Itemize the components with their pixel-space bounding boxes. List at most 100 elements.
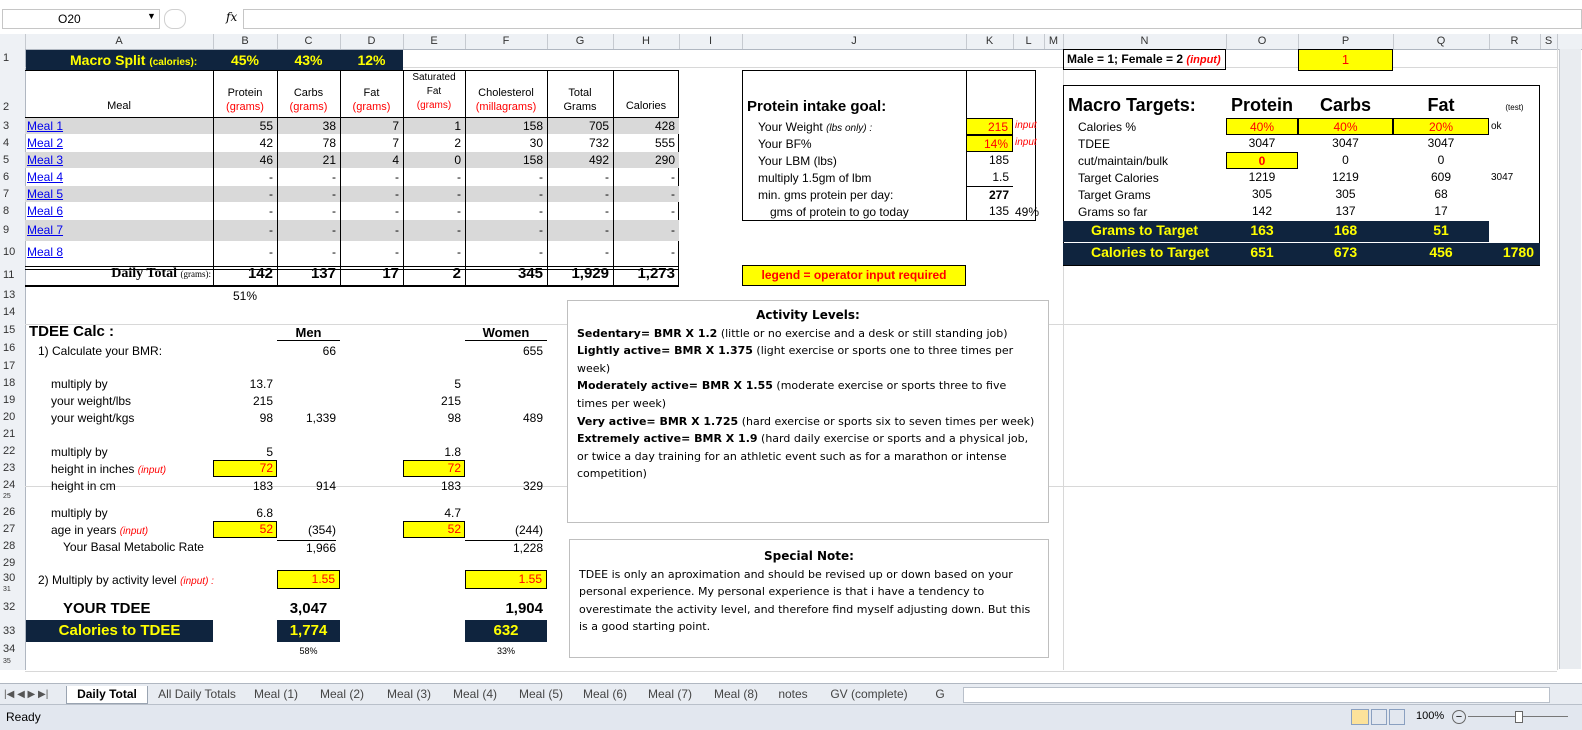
zoom-slider-thumb[interactable] bbox=[1515, 711, 1523, 723]
women-weight-result[interactable]: 489 bbox=[465, 411, 543, 425]
macro-target-protein[interactable]: 1219 bbox=[1226, 169, 1298, 186]
macro-target-fat[interactable]: 68 bbox=[1393, 186, 1489, 203]
meal-cell-carbs[interactable]: - bbox=[278, 203, 340, 219]
meal-cell-chol[interactable]: - bbox=[466, 242, 547, 263]
meal-cell-total[interactable]: - bbox=[548, 242, 613, 263]
tab-nav-arrows-icon[interactable]: |◀ ◀ ▶ ▶| bbox=[4, 686, 48, 703]
calories-to-target-protein[interactable]: 651 bbox=[1226, 244, 1298, 260]
calories-to-target-carbs[interactable]: 673 bbox=[1298, 244, 1393, 260]
protein-goal-value[interactable]: 1.5 bbox=[966, 169, 1013, 186]
women-base[interactable]: 655 bbox=[465, 344, 543, 358]
men-weight-result[interactable]: 1,339 bbox=[277, 411, 336, 425]
meal-cell-total[interactable]: - bbox=[548, 186, 613, 202]
protein-goal-value[interactable]: 215 bbox=[966, 118, 1013, 135]
calories-to-target-total[interactable]: 1780 bbox=[1489, 244, 1534, 260]
meal-cell-carbs[interactable]: 21 bbox=[278, 152, 340, 168]
tab-meal-6-[interactable]: Meal (6) bbox=[576, 686, 634, 703]
men-weight-lbs[interactable]: 215 bbox=[213, 394, 273, 408]
meal-cell-sat[interactable]: 1 bbox=[404, 118, 465, 134]
meal-cell-total[interactable]: - bbox=[548, 203, 613, 219]
meal-cell-total[interactable]: 705 bbox=[548, 118, 613, 134]
meal-cell-cal[interactable]: - bbox=[614, 242, 679, 263]
daily-total-protein[interactable]: 142 bbox=[213, 265, 273, 282]
protein-goal-value[interactable]: 277 bbox=[966, 186, 1013, 203]
macro-target-carbs[interactable]: 0 bbox=[1298, 152, 1393, 169]
men-height-input[interactable]: 72 bbox=[213, 460, 277, 477]
meal-cell-sat[interactable]: - bbox=[404, 242, 465, 263]
macro-target-fat[interactable]: 609 bbox=[1393, 169, 1489, 186]
tab-g[interactable]: G bbox=[925, 686, 955, 703]
tab-meal-8-[interactable]: Meal (8) bbox=[707, 686, 765, 703]
meal-cell-cal[interactable]: - bbox=[614, 203, 679, 219]
tab-daily-total[interactable]: Daily Total bbox=[66, 686, 148, 704]
men-height-mult[interactable]: 5 bbox=[213, 445, 273, 459]
meal-cell-fat[interactable]: - bbox=[341, 220, 403, 241]
tab-meal-4-[interactable]: Meal (4) bbox=[446, 686, 504, 703]
macro-target-fat[interactable]: 17 bbox=[1393, 203, 1489, 220]
daily-total-sat[interactable]: 2 bbox=[403, 265, 461, 282]
women-tdee[interactable]: 1,904 bbox=[465, 600, 543, 617]
daily-total-pct[interactable]: 51% bbox=[213, 289, 277, 303]
page-layout-icon[interactable] bbox=[1371, 709, 1387, 725]
activity-levels-box[interactable]: Activity Levels: Sedentary= BMR X 1.2 (l… bbox=[567, 300, 1049, 523]
tab-gv-complete-[interactable]: GV (complete) bbox=[820, 686, 918, 703]
men-base[interactable]: 66 bbox=[277, 344, 336, 358]
normal-view-icon[interactable] bbox=[1351, 709, 1369, 725]
meal-cell-carbs[interactable]: - bbox=[278, 169, 340, 185]
protein-goal-value[interactable]: 14% bbox=[966, 135, 1013, 152]
meal-cell-protein[interactable]: - bbox=[214, 186, 277, 202]
meal-cell-fat[interactable]: 7 bbox=[341, 135, 403, 151]
meal-cell-protein[interactable]: - bbox=[214, 220, 277, 241]
meal-cell-carbs[interactable]: - bbox=[278, 242, 340, 263]
macro-target-protein[interactable]: 0 bbox=[1226, 152, 1298, 169]
meal-cell-chol[interactable]: 158 bbox=[466, 152, 547, 168]
meal-cell-cal[interactable]: - bbox=[614, 186, 679, 202]
meal-cell-chol[interactable]: 30 bbox=[466, 135, 547, 151]
meal-cell-fat[interactable]: - bbox=[341, 186, 403, 202]
men-height-cm[interactable]: 183 bbox=[213, 479, 273, 493]
meal-cell-protein[interactable]: 42 bbox=[214, 135, 277, 151]
meal-cell-chol[interactable]: 158 bbox=[466, 118, 547, 134]
men-tdee[interactable]: 3,047 bbox=[277, 600, 340, 617]
meal-link[interactable]: Meal 4 bbox=[25, 169, 213, 185]
macro-target-extra[interactable]: 3047 bbox=[1491, 172, 1513, 183]
women-height-cm[interactable]: 183 bbox=[403, 479, 461, 493]
women-age-mult[interactable]: 4.7 bbox=[403, 506, 461, 520]
horizontal-scrollbar[interactable] bbox=[963, 687, 1550, 703]
macro-target-fat[interactable]: 3047 bbox=[1393, 135, 1489, 152]
meal-cell-sat[interactable]: 2 bbox=[404, 135, 465, 151]
tab-meal-7-[interactable]: Meal (7) bbox=[641, 686, 699, 703]
macro-target-protein[interactable]: 142 bbox=[1226, 203, 1298, 220]
meal-cell-fat[interactable]: 4 bbox=[341, 152, 403, 168]
meal-cell-total[interactable]: - bbox=[548, 220, 613, 241]
macro-split-protein[interactable]: 45% bbox=[213, 52, 277, 68]
macro-target-carbs[interactable]: 40% bbox=[1298, 118, 1393, 135]
meal-cell-fat[interactable]: 7 bbox=[341, 118, 403, 134]
meal-cell-chol[interactable]: - bbox=[466, 203, 547, 219]
macro-target-protein[interactable]: 3047 bbox=[1226, 135, 1298, 152]
men-age-input[interactable]: 52 bbox=[213, 521, 277, 538]
grams-to-target-protein[interactable]: 163 bbox=[1226, 222, 1298, 238]
grams-to-target-carbs[interactable]: 168 bbox=[1298, 222, 1393, 238]
meal-link[interactable]: Meal 5 bbox=[25, 186, 213, 202]
tab-notes[interactable]: notes bbox=[773, 686, 813, 703]
meal-cell-carbs[interactable]: - bbox=[278, 220, 340, 241]
protein-goal-value[interactable]: 135 bbox=[966, 203, 1013, 220]
women-height-result[interactable]: 329 bbox=[465, 479, 543, 493]
meal-cell-carbs[interactable]: - bbox=[278, 186, 340, 202]
meal-cell-sat[interactable]: - bbox=[404, 203, 465, 219]
meal-cell-carbs[interactable]: 78 bbox=[278, 135, 340, 151]
special-note-box[interactable]: Special Note: TDEE is only an aproximati… bbox=[569, 539, 1049, 658]
meal-cell-sat[interactable]: - bbox=[404, 169, 465, 185]
calories-to-target-fat[interactable]: 456 bbox=[1393, 244, 1489, 260]
tab-meal-2-[interactable]: Meal (2) bbox=[311, 686, 373, 703]
page-break-icon[interactable] bbox=[1389, 709, 1405, 725]
women-age-result[interactable]: (244) bbox=[465, 523, 543, 537]
meal-cell-cal[interactable]: 428 bbox=[614, 118, 679, 134]
men-calories-pct[interactable]: 58% bbox=[277, 646, 340, 656]
grams-to-target-fat[interactable]: 51 bbox=[1393, 222, 1489, 238]
meal-cell-total[interactable]: 732 bbox=[548, 135, 613, 151]
women-calories-to-tdee[interactable]: 632 bbox=[465, 620, 547, 642]
tab-all-daily-totals[interactable]: All Daily Totals bbox=[152, 686, 242, 703]
macro-split-carbs[interactable]: 43% bbox=[277, 52, 340, 68]
